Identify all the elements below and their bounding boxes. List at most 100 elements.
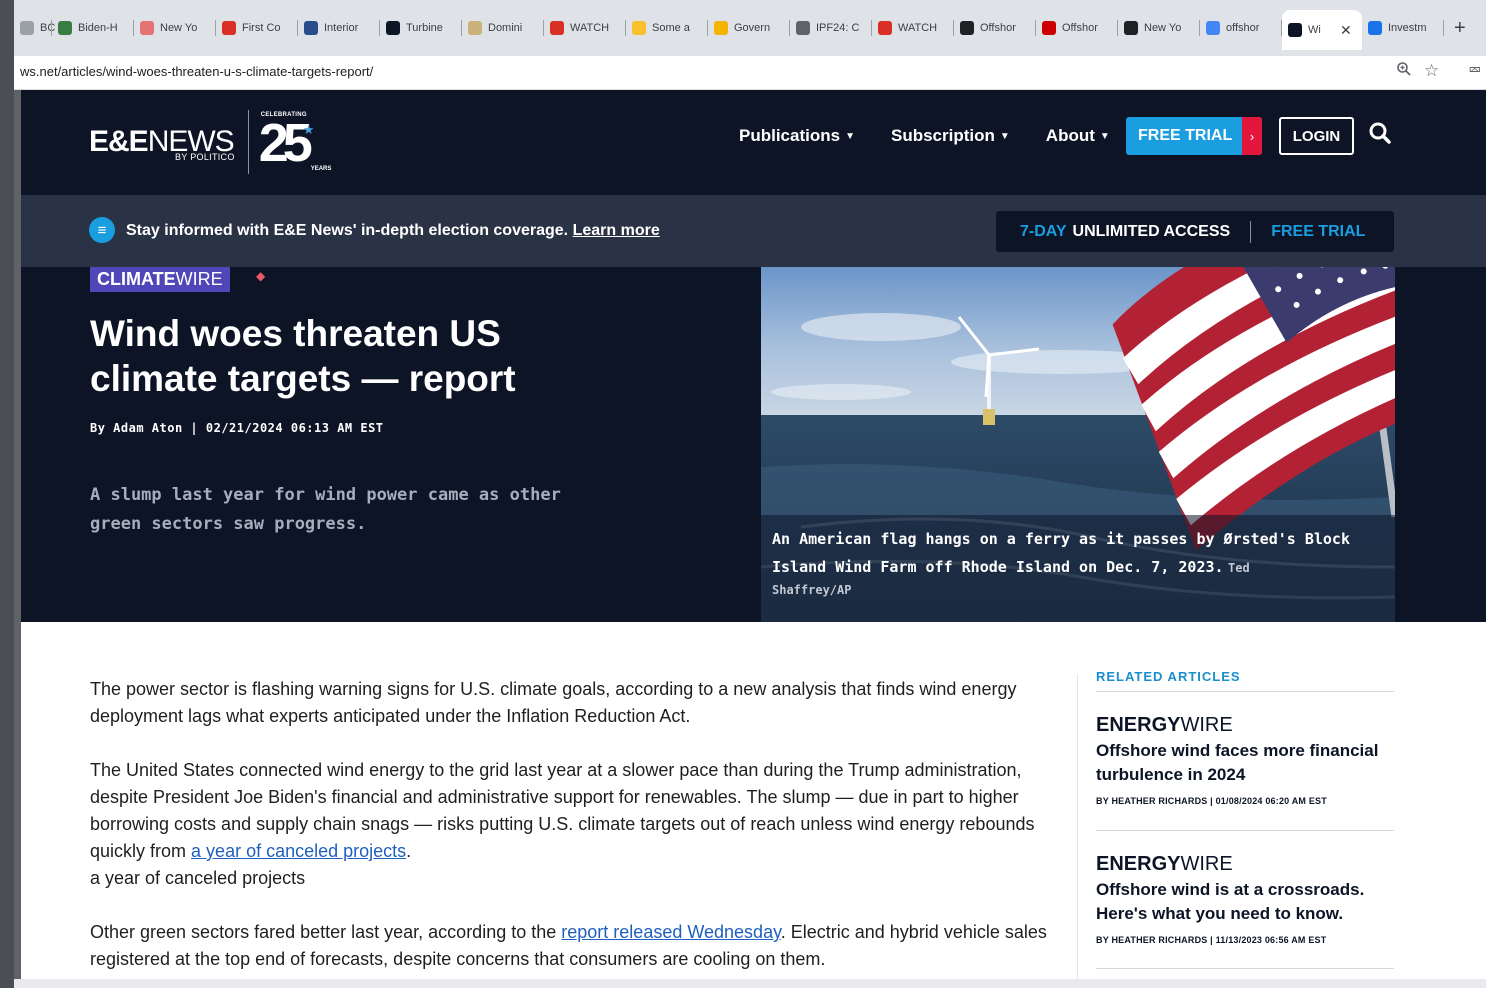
related-article-meta: BY HEATHER RICHARDS | 11/13/2023 06:56 A…	[1096, 935, 1327, 945]
tab-label: Govern	[734, 22, 771, 34]
red-circle-favicon-icon	[140, 21, 154, 35]
red-triangle-favicon-icon	[222, 21, 236, 35]
chevron-right-icon: ›	[1242, 117, 1262, 155]
bookmark-star-icon[interactable]: ☆	[1424, 61, 1439, 81]
red-triangle-favicon-icon	[878, 21, 892, 35]
free-trial-button[interactable]: FREE TRIAL ›	[1126, 117, 1262, 155]
tab-label: Turbine	[406, 22, 443, 34]
browser-tab[interactable]: IPF24: C	[790, 10, 872, 46]
related-article[interactable]: ENERGYWIRE Offshore wind is at a crossro…	[1096, 853, 1394, 945]
red-triangle-favicon-icon	[550, 21, 564, 35]
black-circle-favicon-icon	[1124, 21, 1138, 35]
tab-separator	[1443, 20, 1444, 36]
google-favicon-icon	[1206, 21, 1220, 35]
browser-tab[interactable]: Biden-H	[52, 10, 134, 46]
anniversary-number: 25	[258, 113, 313, 173]
free-trial-label: FREE TRIAL	[1138, 127, 1233, 144]
sidebar-rule	[1096, 830, 1394, 831]
browser-tab[interactable]: Interior	[298, 10, 380, 46]
tab-label: offshor	[1226, 22, 1260, 34]
publication-bold: ENERGY	[1096, 853, 1181, 875]
chart-favicon-icon	[796, 21, 810, 35]
blue-seal-favicon-icon	[304, 21, 318, 35]
report-link[interactable]: report released Wednesday	[561, 922, 780, 942]
article-hero: CLIMATE WIRE ◆ Wind woes threaten US clim…	[21, 267, 1486, 622]
browser-tab[interactable]: New Yo	[134, 10, 216, 46]
tab-label: Biden-H	[78, 22, 118, 34]
nav-about[interactable]: About ▼	[1046, 126, 1110, 146]
access-days: 7-DAY	[1020, 222, 1067, 240]
browser-tab[interactable]: New Yo	[1118, 10, 1200, 46]
related-article-meta: BY HEATHER RICHARDS | 01/08/2024 06:20 A…	[1096, 796, 1327, 806]
paragraph-2-extra: a year of canceled projects	[90, 868, 306, 888]
browser-tab[interactable]: Turbine	[380, 10, 462, 46]
browser-window: BC Biden-H New Yo First Co Interior Turbine Do…	[0, 0, 1486, 988]
browser-tab[interactable]: WATCH	[872, 10, 954, 46]
related-article-title[interactable]: Offshore wind faces more financial turbu…	[1096, 739, 1394, 787]
chevron-down-icon: ▼	[1099, 130, 1110, 142]
access-free-trial-link[interactable]: FREE TRIAL	[1271, 223, 1365, 241]
login-button[interactable]: LOGIN	[1279, 117, 1354, 155]
article-body-area: The power sector is flashing warning sig…	[21, 622, 1486, 988]
publication-light: WIRE	[1180, 853, 1233, 875]
zoom-icon[interactable]	[1396, 61, 1412, 82]
nav-subscription[interactable]: Subscription ▼	[891, 126, 1010, 146]
browser-tab[interactable]: Investm	[1362, 10, 1444, 46]
share-icon[interactable]: ⮹	[1468, 61, 1482, 81]
browser-tab[interactable]: Domini	[462, 10, 544, 46]
sidebar-rule	[1096, 691, 1394, 692]
tab-label: Offshor	[1062, 22, 1098, 34]
browser-tab[interactable]: Offshor	[954, 10, 1036, 46]
publication-name: ENERGYWIRE	[1096, 714, 1394, 736]
browser-tab[interactable]: Wi ✕	[1282, 10, 1362, 50]
tab-label: New Yo	[1144, 22, 1182, 34]
url-field[interactable]: ws.net/articles/wind-woes-threaten-u-s-c…	[20, 64, 373, 79]
canceled-projects-link[interactable]: a year of canceled projects	[191, 841, 406, 861]
browser-tab[interactable]: WATCH	[544, 10, 626, 46]
anniversary-badge: CELEBRATING 25 ★ YEARS	[258, 110, 333, 174]
close-tab-icon[interactable]: ✕	[1340, 22, 1352, 39]
green-seal-favicon-icon	[58, 21, 72, 35]
ee-favicon-icon	[386, 21, 400, 35]
paragraph-3: Other green sectors fared better last ye…	[90, 919, 1065, 973]
article-headline: Wind woes threaten US climate targets — …	[90, 313, 516, 399]
learn-more-link[interactable]: Learn more	[573, 222, 660, 239]
new-tab-button[interactable]: +	[1444, 17, 1476, 40]
paragraph-1: The power sector is flashing warning sig…	[90, 679, 1017, 726]
partial-favicon-icon	[20, 21, 34, 35]
browser-tab[interactable]: Govern	[708, 10, 790, 46]
window-edge	[0, 0, 14, 988]
tab-list: BC Biden-H New Yo First Co Interior Turbine Do…	[14, 10, 1476, 50]
publication-name: ENERGYWIRE	[1096, 853, 1394, 875]
browser-tab[interactable]: offshor	[1200, 10, 1282, 46]
blue-square-favicon-icon	[1368, 21, 1382, 35]
anniversary-years: YEARS	[310, 166, 332, 172]
browser-tab[interactable]: Offshor	[1036, 10, 1118, 46]
logo-ee-text: E&E	[89, 125, 149, 158]
tab-label: Offshor	[980, 22, 1016, 34]
access-divider	[1250, 220, 1252, 243]
tab-label: IPF24: C	[816, 22, 860, 34]
tab-label: Some a	[652, 22, 690, 34]
paragraph-2-end: .	[406, 841, 412, 861]
chevron-down-icon: ▼	[999, 130, 1010, 142]
unlimited-access-box[interactable]: 7-DAY UNLIMITED ACCESS FREE TRIAL	[996, 211, 1394, 252]
yellow-arrow-favicon-icon	[714, 21, 728, 35]
related-article[interactable]: ENERGYWIRE Offshore wind faces more fina…	[1096, 714, 1394, 806]
related-article-title[interactable]: Offshore wind is at a crossroads. Here's…	[1096, 878, 1394, 926]
nav-publications-label: Publications	[739, 126, 841, 145]
browser-tab[interactable]: Some a	[626, 10, 708, 46]
related-articles-heading: RELATED ARTICLES	[1096, 669, 1241, 684]
ee-news-logo[interactable]: E&ENEWS BY POLITICO CELEBRATING 25 ★ YEA…	[89, 110, 333, 174]
browser-tab[interactable]: First Co	[216, 10, 298, 46]
photo-caption: An American flag hangs on a ferry as it …	[761, 515, 1395, 622]
photo-credit-first: Ted	[1228, 561, 1250, 575]
doc-favicon-icon	[468, 21, 482, 35]
search-icon[interactable]	[1368, 121, 1394, 147]
tab-label: Investm	[1388, 22, 1427, 34]
access-unlimited: UNLIMITED ACCESS	[1072, 222, 1231, 240]
browser-tab[interactable]: BC	[14, 10, 55, 46]
climatewire-tag[interactable]: CLIMATE WIRE	[90, 267, 230, 292]
article-byline: By Adam Aton | 02/21/2024 06:13 AM EST	[90, 421, 384, 435]
nav-publications[interactable]: Publications ▼	[739, 126, 855, 146]
